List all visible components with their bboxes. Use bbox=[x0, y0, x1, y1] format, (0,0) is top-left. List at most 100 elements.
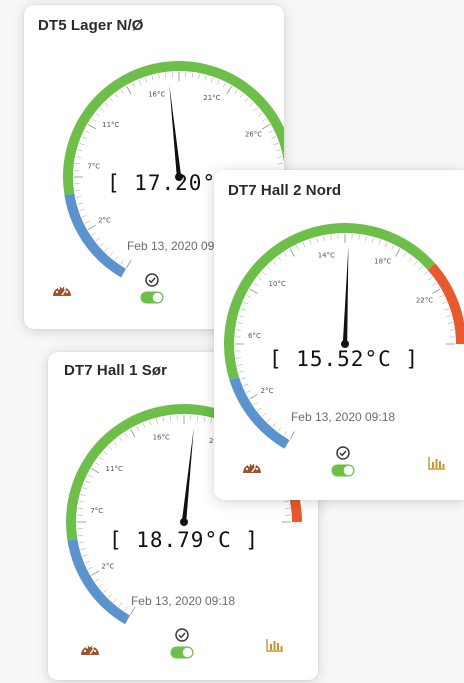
gauge-tick bbox=[85, 480, 90, 484]
gauge-tick bbox=[130, 429, 136, 438]
gauge-tick bbox=[323, 236, 325, 242]
gauge-tick bbox=[165, 72, 167, 78]
gauge-tick bbox=[330, 234, 332, 240]
gauge-tick bbox=[423, 271, 428, 275]
gauge-tick bbox=[419, 266, 423, 270]
gauge-tick bbox=[114, 93, 119, 98]
gauge-tick bbox=[145, 77, 148, 83]
gauge-tick bbox=[77, 149, 83, 152]
gauge-tick-label: 7°C bbox=[90, 507, 103, 515]
gauge-tick bbox=[268, 130, 274, 133]
gauge-tick bbox=[249, 102, 254, 107]
gauge-tick-label: 2°C bbox=[98, 217, 111, 225]
gauge-tick bbox=[75, 196, 81, 198]
gauge-tick bbox=[169, 415, 171, 421]
gauge-tick bbox=[77, 535, 83, 537]
gauge-tick bbox=[108, 446, 113, 451]
gauge-band-hot bbox=[427, 263, 464, 345]
gauge-tick bbox=[240, 377, 246, 380]
gauge-tick bbox=[77, 202, 83, 205]
gauge-icon[interactable] bbox=[52, 283, 72, 302]
gauge-tick bbox=[261, 124, 271, 130]
gauge-tick bbox=[75, 156, 81, 158]
gauge-tick bbox=[142, 423, 146, 428]
gauge-tick bbox=[273, 143, 279, 146]
gauge-tick bbox=[237, 322, 243, 324]
gauge-tick-label: 11°C bbox=[102, 121, 119, 129]
gauge-tick bbox=[365, 236, 367, 242]
gauge-tick-label: 6°C bbox=[248, 332, 261, 340]
gauge-tick bbox=[275, 149, 281, 152]
gauge-tick bbox=[391, 245, 394, 250]
toggle-switch[interactable] bbox=[170, 646, 194, 664]
gauge-tick bbox=[262, 271, 267, 275]
gauge-icon[interactable] bbox=[80, 642, 100, 661]
toggle-switch[interactable] bbox=[140, 291, 164, 309]
gauge-tick bbox=[289, 431, 295, 440]
gauge-tick bbox=[226, 85, 232, 95]
gauge-tick bbox=[82, 554, 88, 557]
gauge-tick bbox=[235, 329, 241, 331]
gauge-tick-label: 2°C bbox=[101, 563, 114, 571]
check-circle-icon bbox=[175, 628, 189, 647]
gauge-tick bbox=[156, 418, 158, 424]
gauge-tick bbox=[95, 112, 100, 117]
gauge-tick bbox=[91, 118, 96, 122]
temperature-reading: [ 18.79°C ] bbox=[108, 528, 260, 552]
temperature-gauge: 2°C 6°C 10°C 14°C 18°C 22°C bbox=[214, 170, 464, 490]
gauge-band-cold bbox=[64, 193, 127, 278]
gauge-tick bbox=[109, 97, 114, 102]
gauge-tick bbox=[358, 234, 360, 240]
gauge-tick bbox=[74, 189, 80, 191]
gauge-icon[interactable] bbox=[242, 460, 262, 479]
gauge-tick bbox=[371, 237, 374, 243]
gauge-tick bbox=[132, 82, 135, 88]
gauge-tick bbox=[285, 507, 291, 509]
gauge-tick bbox=[104, 102, 109, 107]
gauge-tick bbox=[84, 221, 90, 224]
gauge-tick bbox=[384, 242, 388, 248]
gauge-tick bbox=[283, 500, 289, 503]
gauge-tick bbox=[98, 583, 104, 588]
gauge-tick bbox=[113, 441, 117, 446]
gauge-tick-label: 22°C bbox=[416, 296, 433, 304]
gauge-tick bbox=[77, 507, 83, 509]
check-circle-icon bbox=[145, 273, 159, 292]
gauge-tick bbox=[238, 370, 244, 373]
gauge-tick bbox=[272, 261, 276, 266]
bar-chart-icon[interactable] bbox=[428, 456, 446, 475]
gauge-tick bbox=[74, 163, 80, 165]
bar-chart-icon[interactable] bbox=[266, 638, 284, 657]
gauge-tick bbox=[126, 85, 132, 95]
gauge-tick bbox=[246, 390, 251, 393]
gauge-tick bbox=[246, 295, 251, 298]
gauge-tick bbox=[80, 494, 86, 496]
gauge-tick bbox=[120, 260, 124, 265]
gauge-needle bbox=[342, 246, 349, 345]
gauge-needle bbox=[181, 427, 194, 523]
gauge-tick bbox=[118, 436, 123, 442]
gauge-tick bbox=[99, 107, 104, 112]
gauge-tick bbox=[103, 589, 108, 593]
gauge-tick bbox=[289, 248, 295, 257]
gauge-tick bbox=[257, 276, 262, 281]
gauge-tick bbox=[240, 308, 246, 311]
gauge-tick bbox=[191, 72, 193, 78]
gauge-tick bbox=[432, 282, 437, 286]
gauge-tick bbox=[198, 73, 200, 79]
gauge-tick bbox=[378, 239, 381, 245]
gauge-tick-label: 26°C bbox=[245, 131, 262, 139]
gauge-tick bbox=[91, 468, 100, 474]
gauge-tick bbox=[81, 136, 87, 139]
toggle-switch[interactable] bbox=[331, 464, 355, 482]
gauge-tick bbox=[82, 487, 88, 490]
gauge-tick bbox=[136, 425, 140, 431]
gauge-tick bbox=[84, 130, 90, 133]
gauge-tick bbox=[103, 451, 108, 455]
gauge-tick bbox=[87, 124, 97, 130]
gauge-tick bbox=[446, 315, 452, 318]
gauge-tick bbox=[85, 560, 90, 564]
gauge-tick bbox=[138, 79, 141, 85]
gauge-tick bbox=[278, 163, 284, 165]
gauge-tick bbox=[151, 75, 154, 81]
